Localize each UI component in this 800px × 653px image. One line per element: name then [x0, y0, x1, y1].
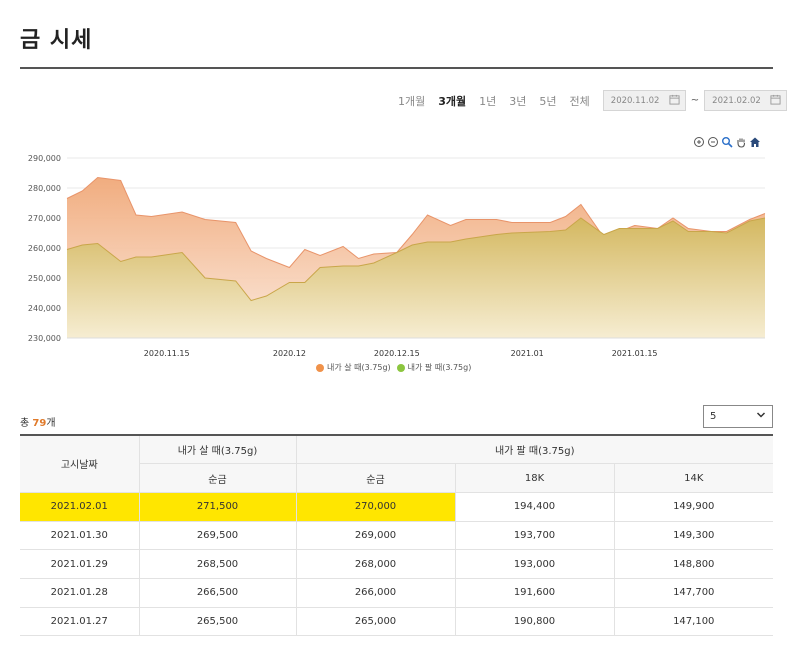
table-row: 2021.01.30 269,500 269,000 193,700 149,3…: [20, 521, 773, 551]
cell-sell-14k: 147,100: [613, 607, 773, 637]
y-tick-label: 270,000: [28, 214, 61, 223]
period-tab-1m[interactable]: 1개월: [398, 93, 425, 109]
column-group-buy: 내가 살 때(3.75g): [138, 434, 296, 465]
cell-sell-18k: 194,400: [454, 492, 614, 522]
zoom-out-icon[interactable]: [707, 133, 719, 147]
cell-sell-pure: 269,000: [295, 521, 455, 551]
magnify-icon[interactable]: [721, 133, 733, 148]
period-tab-5y[interactable]: 5년: [539, 93, 556, 109]
pan-icon[interactable]: [735, 133, 747, 148]
gold-price-chart: 230,000 240,000 250,000 260,000 270,000 280,0…: [28, 154, 766, 358]
cell-date: 2021.01.28: [20, 578, 139, 608]
y-tick-label: 240,000: [28, 304, 61, 313]
cell-sell-14k: 149,900: [613, 492, 773, 522]
legend-swatch-buy: [316, 363, 324, 372]
cell-sell-18k: 193,700: [454, 521, 614, 551]
legend-swatch-sell: [396, 363, 405, 372]
cell-sell-18k: 190,800: [454, 607, 614, 637]
cell-sell-18k: 191,600: [454, 578, 614, 608]
price-table: 고시날짜 내가 살 때(3.75g) 내가 팔 때(3.75g) 순금 순금 1…: [20, 433, 773, 637]
cell-buy-pure: 269,500: [138, 521, 296, 551]
cell-date: 2021.01.27: [20, 607, 139, 637]
cell-buy-pure: 271,500: [138, 492, 296, 522]
page-size-select[interactable]: 5: [703, 405, 773, 428]
period-tab-all[interactable]: 전체: [570, 93, 590, 109]
total-count: 총 79개: [20, 414, 56, 429]
title-divider: [20, 67, 773, 69]
column-header-date: 고시날짜: [20, 433, 139, 493]
calendar-icon[interactable]: [770, 94, 781, 108]
start-date-input[interactable]: 2020.11.02: [602, 90, 686, 111]
column-group-sell: 내가 팔 때(3.75g): [295, 434, 773, 465]
table-row: 2021.01.29 268,500 268,000 193,000 148,8…: [20, 549, 773, 579]
cell-sell-18k: 193,000: [454, 549, 614, 579]
chevron-down-icon: [756, 410, 766, 423]
cell-date: 2021.01.29: [20, 549, 139, 579]
chart-toolbar: [693, 133, 761, 148]
cell-sell-14k: 148,800: [613, 549, 773, 579]
table-row: 2021.01.27 265,500 265,000 190,800 147,1…: [20, 607, 773, 637]
home-icon[interactable]: [749, 133, 761, 147]
cell-sell-14k: 147,700: [613, 578, 773, 608]
date-range-separator: ~: [690, 95, 700, 106]
table-row: 2021.02.01 271,500 270,000 194,400 149,9…: [20, 492, 773, 522]
x-tick-label: 2020.12: [273, 349, 306, 358]
cell-sell-14k: 149,300: [613, 521, 773, 551]
start-date-value: 2020.11.02: [610, 95, 660, 106]
cell-sell-pure: 270,000: [295, 492, 455, 522]
x-tick-label: 2021.01: [511, 349, 544, 358]
column-header-sell-pure: 순금: [295, 463, 455, 493]
column-header-14k: 14K: [613, 463, 773, 493]
y-tick-label: 230,000: [28, 334, 61, 343]
cell-sell-pure: 268,000: [295, 549, 455, 579]
calendar-icon[interactable]: [669, 94, 680, 108]
end-date-input[interactable]: 2021.02.02: [704, 90, 788, 111]
period-tab-1y[interactable]: 1년: [479, 93, 496, 109]
x-tick-label: 2021.01.15: [612, 349, 658, 358]
column-header-18k: 18K: [454, 463, 614, 493]
total-suffix: 개: [46, 418, 56, 429]
page-title: 금 시세: [20, 28, 93, 53]
legend-item-sell[interactable]: 내가 팔 때(3.75g): [396, 362, 472, 373]
end-date-value: 2021.02.02: [712, 95, 761, 106]
cell-date: 2021.01.30: [20, 521, 139, 551]
period-tab-3y[interactable]: 3년: [509, 93, 526, 109]
cell-buy-pure: 266,500: [138, 578, 296, 608]
page-size-value: 5: [710, 411, 717, 422]
table-row: 2021.01.28 266,500 266,000 191,600 147,7…: [20, 578, 773, 608]
x-tick-label: 2020.12.15: [374, 349, 420, 358]
y-tick-label: 260,000: [28, 244, 61, 253]
cell-sell-pure: 265,000: [295, 607, 455, 637]
legend-label-buy: 내가 살 때(3.75g): [327, 363, 391, 372]
y-tick-label: 250,000: [28, 274, 61, 283]
chart-legend: 내가 살 때(3.75g) 내가 팔 때(3.75g): [316, 362, 477, 373]
y-tick-label: 280,000: [28, 184, 61, 193]
y-tick-label: 290,000: [28, 154, 61, 163]
legend-label-sell: 내가 팔 때(3.75g): [407, 363, 472, 372]
legend-item-buy[interactable]: 내가 살 때(3.75g): [316, 362, 391, 373]
column-header-buy-pure: 순금: [138, 463, 296, 493]
period-selector: 1개월 3개월 1년 3년 5년 전체 2020.11.02 ~ 2021.02…: [398, 90, 788, 111]
cell-buy-pure: 265,500: [138, 607, 296, 637]
cell-sell-pure: 266,000: [295, 578, 455, 608]
cell-date: 2021.02.01: [20, 492, 139, 522]
zoom-in-icon[interactable]: [693, 133, 705, 147]
cell-buy-pure: 268,500: [138, 549, 296, 579]
total-prefix: 총: [20, 418, 33, 429]
total-count-value: 79: [32, 418, 47, 429]
x-tick-label: 2020.11.15: [144, 349, 190, 358]
period-tab-3m[interactable]: 3개월: [438, 93, 466, 109]
